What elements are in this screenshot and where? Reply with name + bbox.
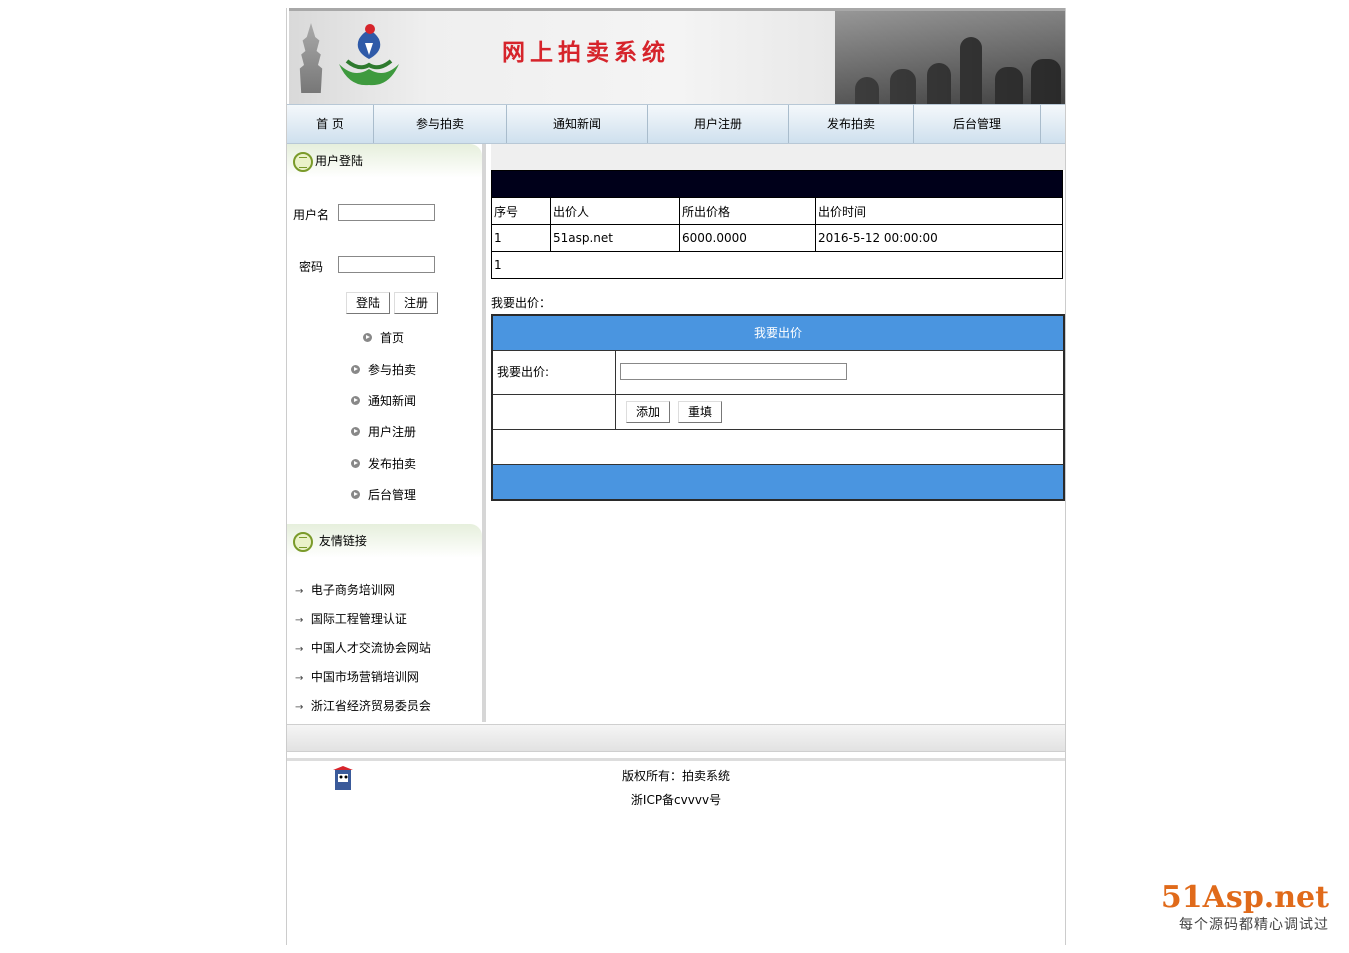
bid-form-spacer bbox=[493, 430, 1063, 465]
notebook-icon bbox=[293, 151, 313, 172]
col-header: 出价人 bbox=[550, 197, 680, 225]
pager[interactable]: 1 bbox=[491, 251, 1063, 279]
bid-section-label: 我要出价： bbox=[491, 296, 552, 310]
table-cell: 2016-5-12 00:00:00 bbox=[815, 224, 1063, 252]
bid-price-row: 我要出价: bbox=[493, 351, 1063, 395]
password-input[interactable] bbox=[338, 256, 435, 273]
nav-news[interactable]: 通知新闻 bbox=[507, 105, 648, 143]
password-label: 密码 bbox=[299, 260, 324, 274]
arrow-circle-icon bbox=[351, 427, 360, 436]
arrow-right-icon: → bbox=[295, 673, 304, 684]
friend-link-label: 电子商务培训网 bbox=[310, 583, 395, 597]
nav-register[interactable]: 用户注册 bbox=[648, 105, 789, 143]
page-container: 网上拍卖系统 首 页 参与拍卖 通知新闻 用户注册 发布拍卖 后台管理 用户登陆… bbox=[286, 8, 1066, 945]
side-menu-label: 发布拍卖 bbox=[368, 457, 417, 471]
table-cell: 1 bbox=[491, 224, 551, 252]
side-menu-publish[interactable]: 发布拍卖 bbox=[351, 455, 416, 472]
friend-link-label: 国际工程管理认证 bbox=[310, 612, 407, 626]
friend-link-label: 中国人才交流协会网站 bbox=[310, 641, 431, 655]
side-menu-label: 通知新闻 bbox=[368, 394, 417, 408]
main-nav: 首 页 参与拍卖 通知新闻 用户注册 发布拍卖 后台管理 bbox=[287, 104, 1065, 144]
arrow-right-icon: → bbox=[295, 586, 304, 597]
login-heading: 用户登陆 bbox=[287, 144, 482, 178]
header-banner: 网上拍卖系统 bbox=[289, 8, 1065, 107]
nav-publish[interactable]: 发布拍卖 bbox=[789, 105, 914, 143]
side-menu-label: 参与拍卖 bbox=[368, 363, 417, 377]
arrow-right-icon: → bbox=[295, 615, 304, 626]
friend-link[interactable]: → 国际工程管理认证 bbox=[295, 610, 407, 627]
friend-link-label: 浙江省经济贸易委员会 bbox=[310, 699, 431, 713]
col-header: 所出价格 bbox=[679, 197, 816, 225]
bid-actions-cell: 添加 重填 bbox=[616, 395, 1063, 429]
table-row: 1 51asp.net 6000.0000 2016-5-12 00:00:00 bbox=[491, 224, 1063, 252]
nav-admin[interactable]: 后台管理 bbox=[914, 105, 1041, 143]
arrow-circle-icon bbox=[351, 396, 360, 405]
arrow-circle-icon bbox=[363, 333, 372, 342]
friend-link[interactable]: → 中国人才交流协会网站 bbox=[295, 639, 431, 656]
arrow-right-icon: → bbox=[295, 702, 304, 713]
empty-cell bbox=[493, 395, 616, 429]
arrow-circle-icon bbox=[351, 459, 360, 468]
icp-text[interactable]: 浙ICP备cvvvv号 bbox=[287, 791, 1065, 808]
audience-photo bbox=[835, 11, 1065, 107]
copyright-text: 版权所有：拍卖系统 bbox=[621, 769, 730, 783]
site-logo-icon bbox=[339, 24, 399, 86]
links-heading: 友情链接 bbox=[287, 524, 482, 558]
bid-price-cell bbox=[616, 351, 1063, 394]
add-button[interactable]: 添加 bbox=[626, 401, 670, 423]
table-cell: 6000.0000 bbox=[679, 224, 816, 252]
password-row: 密码 bbox=[299, 256, 435, 275]
nav-auction[interactable]: 参与拍卖 bbox=[374, 105, 507, 143]
nav-home[interactable]: 首 页 bbox=[287, 105, 374, 143]
side-menu-label: 后台管理 bbox=[368, 488, 417, 502]
username-row: 用户名 bbox=[293, 204, 435, 223]
col-header: 出价时间 bbox=[815, 197, 1063, 225]
col-header: 序号 bbox=[491, 197, 551, 225]
side-menu-admin[interactable]: 后台管理 bbox=[351, 486, 416, 503]
bid-actions-row: 添加 重填 bbox=[493, 395, 1063, 430]
login-button[interactable]: 登陆 bbox=[346, 292, 390, 314]
table-header-row: 序号 出价人 所出价格 出价时间 bbox=[491, 197, 1063, 225]
side-menu-auction[interactable]: 参与拍卖 bbox=[351, 361, 416, 378]
arrow-circle-icon bbox=[351, 490, 360, 499]
bid-price-label: 我要出价: bbox=[493, 351, 616, 394]
friend-link[interactable]: → 电子商务培训网 bbox=[295, 581, 395, 598]
bid-form-header: 我要出价 bbox=[493, 316, 1063, 351]
bid-form: 我要出价 我要出价: 添加 重填 bbox=[491, 314, 1065, 501]
table-cell: 51asp.net bbox=[550, 224, 680, 252]
notebook-icon bbox=[293, 531, 313, 552]
arrow-right-icon: → bbox=[295, 644, 304, 655]
watermark-slogan: 每个源码都精心调试过 bbox=[1179, 917, 1329, 933]
watermark-brand: 51Asp.net bbox=[1160, 880, 1329, 915]
username-label: 用户名 bbox=[293, 208, 330, 222]
links-heading-text: 友情链接 bbox=[318, 534, 367, 548]
login-heading-text: 用户登陆 bbox=[315, 154, 364, 168]
side-menu-news[interactable]: 通知新闻 bbox=[351, 392, 416, 409]
main-top-strip bbox=[491, 144, 1065, 170]
bid-price-input[interactable] bbox=[620, 363, 847, 380]
username-input[interactable] bbox=[338, 204, 435, 221]
side-menu-home[interactable]: 首页 bbox=[363, 329, 404, 346]
footer-divider bbox=[287, 758, 1065, 761]
side-menu-label: 首页 bbox=[380, 331, 405, 345]
friend-link[interactable]: → 中国市场营销培训网 bbox=[295, 668, 419, 685]
friend-link[interactable]: → 浙江省经济贸易委员会 bbox=[295, 697, 431, 714]
sidebar: 用户登陆 用户名 密码 登陆 注册 首页 参与拍卖 通知新闻 用户注册 发布拍卖… bbox=[287, 144, 486, 722]
reset-button[interactable]: 重填 bbox=[678, 401, 722, 423]
side-menu-label: 用户注册 bbox=[368, 425, 417, 439]
footer-bar bbox=[287, 724, 1065, 752]
bid-form-footer-bar bbox=[493, 465, 1063, 499]
watermark: 51Asp.net 每个源码都精心调试过 bbox=[1161, 882, 1329, 934]
pagoda-image bbox=[299, 23, 323, 93]
table-header-bar bbox=[491, 170, 1063, 198]
site-title: 网上拍卖系统 bbox=[502, 39, 670, 66]
bid-history-table: 序号 出价人 所出价格 出价时间 1 51asp.net 6000.0000 2… bbox=[491, 170, 1063, 279]
side-menu-register[interactable]: 用户注册 bbox=[351, 423, 416, 440]
register-button[interactable]: 注册 bbox=[394, 292, 438, 314]
friend-link-label: 中国市场营销培训网 bbox=[310, 670, 419, 684]
arrow-circle-icon bbox=[351, 365, 360, 374]
